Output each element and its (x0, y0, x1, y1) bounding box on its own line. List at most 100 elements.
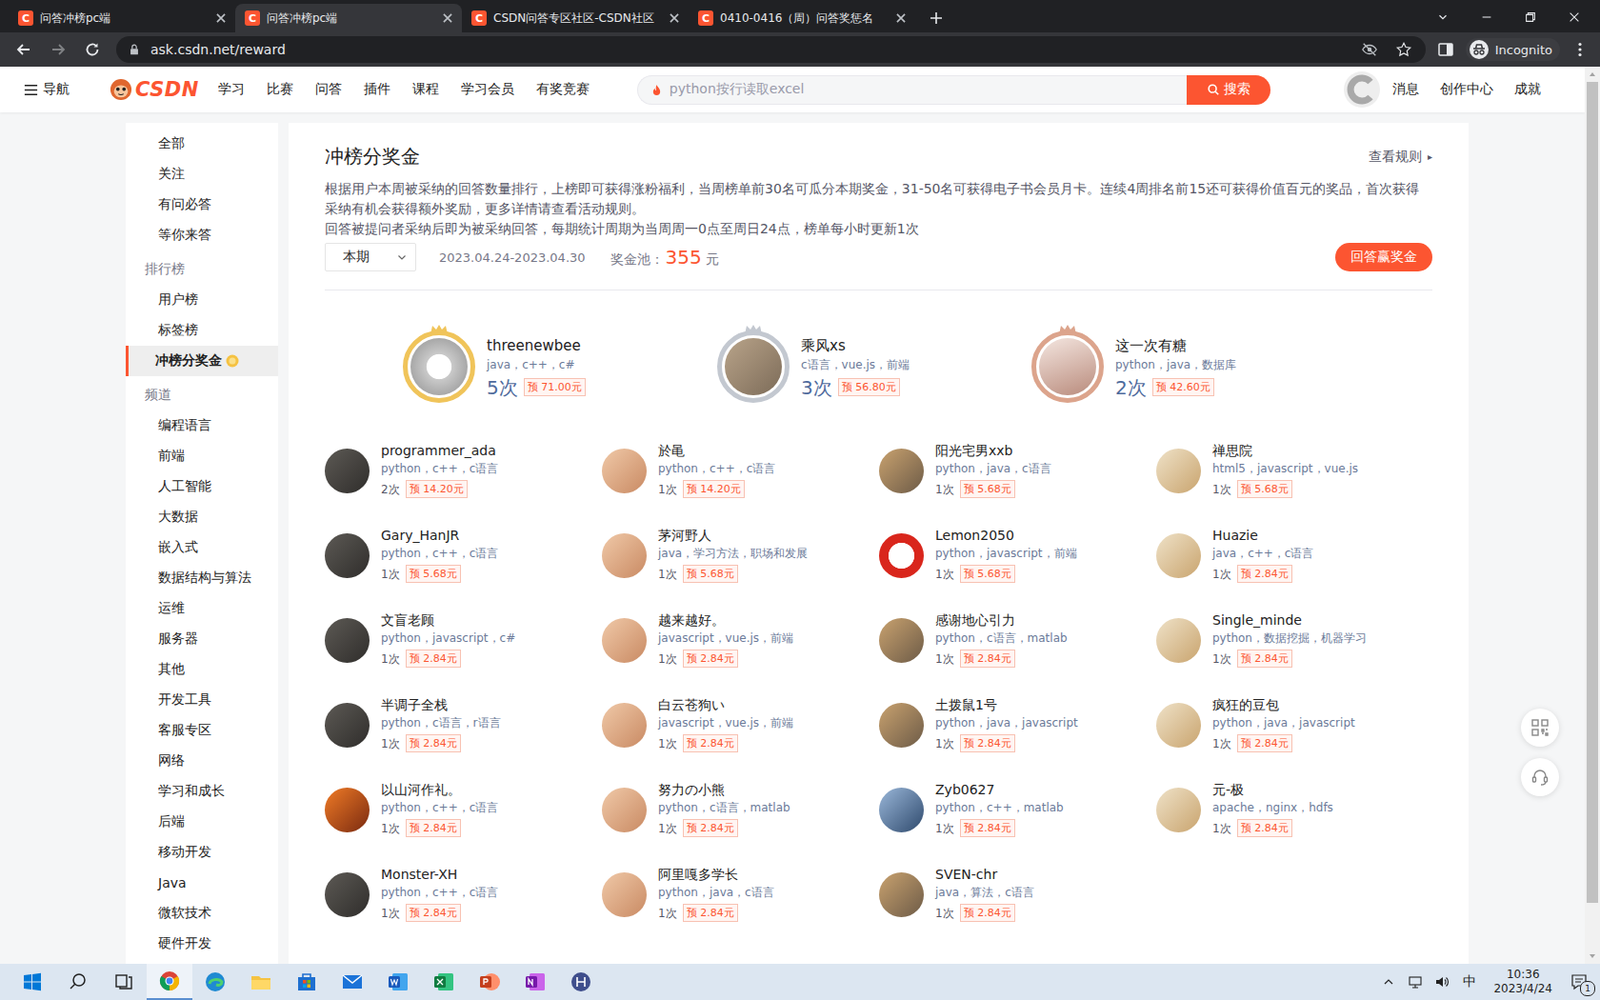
qr-code-button[interactable] (1520, 708, 1560, 747)
sidebar-item[interactable]: 大数据 (125, 501, 279, 533)
rules-link[interactable]: 查看规则▸ (1368, 148, 1433, 166)
mail-icon[interactable] (329, 970, 376, 994)
ranked-user[interactable]: Single_mindepython，数据挖掘，机器学习1次预 2.84元 (1156, 610, 1434, 696)
ranked-user[interactable]: 白云苍狗いjavascript，vue.js，前端1次预 2.84元 (601, 695, 880, 780)
excel-icon[interactable] (420, 970, 467, 994)
close-icon[interactable] (440, 11, 455, 25)
tab-search-icon[interactable] (1420, 10, 1465, 33)
store-icon[interactable] (283, 970, 330, 994)
eye-off-icon[interactable] (1357, 40, 1382, 59)
address-bar[interactable]: ask.csdn.net/reward (116, 36, 1426, 63)
profile-button[interactable]: Incognito (1465, 38, 1560, 61)
sidebar-item[interactable]: 开发工具 (125, 684, 279, 716)
sidebar-item[interactable]: 编程语言 (125, 410, 279, 441)
sidebar-item[interactable]: 移动开发 (125, 837, 279, 868)
browser-tab[interactable]: C问答冲榜pc端 (8, 3, 236, 33)
close-icon[interactable] (214, 11, 228, 25)
nav-item[interactable]: 学习 (218, 80, 245, 99)
podium-user[interactable]: 乘风xsc语言，vue.js，前端3次预 56.80元 (717, 330, 1032, 403)
forward-icon[interactable] (43, 36, 73, 63)
ranked-user[interactable]: 阿里嘎多学长python，java，c语言1次预 2.84元 (601, 864, 880, 950)
ranked-user[interactable]: 疯狂的豆包python，java，javascript1次预 2.84元 (1156, 695, 1434, 780)
sidebar-item[interactable]: 全部 (125, 128, 279, 160)
back-icon[interactable] (9, 36, 39, 63)
ranked-user[interactable]: SVEN-chrjava，算法，c语言1次预 2.84元 (879, 864, 1157, 950)
sidebar-item[interactable]: 标签榜 (125, 315, 279, 346)
header-link[interactable]: 成就 (1514, 80, 1541, 99)
side-panel-icon[interactable] (1431, 36, 1460, 63)
ranked-user[interactable]: 茅河野人java，学习方法，职场和发展1次预 5.68元 (601, 525, 880, 611)
app-icon[interactable] (558, 970, 604, 994)
period-dropdown[interactable]: 本期 (324, 242, 417, 272)
header-link[interactable]: 消息 (1392, 80, 1420, 99)
sidebar-item[interactable]: 有问必答 (125, 189, 279, 220)
ranked-user[interactable]: Huaziejava，c++，c语言1次预 2.84元 (1156, 525, 1434, 611)
sidebar-item[interactable]: 关注 (125, 159, 279, 190)
close-icon[interactable] (894, 11, 908, 25)
search-button[interactable]: 搜索 (1186, 75, 1271, 105)
sidebar-item[interactable]: 网络 (125, 745, 279, 777)
ranked-user[interactable]: programmer_adapython，c++，c语言2次预 14.20元 (324, 440, 602, 526)
ranked-user[interactable]: 越来越好。javascript，vue.js，前端1次预 2.84元 (601, 610, 880, 696)
sidebar-item[interactable]: 运维 (125, 593, 279, 624)
podium-user[interactable]: threenewbeejava，c++，c#5次预 71.00元 (402, 330, 718, 403)
search-field[interactable]: python按行读取excel (637, 75, 1187, 105)
browser-tab[interactable]: C0410-0416（周）问答奖惩名 (688, 3, 916, 33)
sidebar-item[interactable]: 前端 (125, 440, 279, 472)
onenote-icon[interactable] (512, 970, 559, 994)
reload-icon[interactable] (78, 36, 107, 63)
star-icon[interactable] (1391, 40, 1417, 59)
sidebar-item[interactable]: 嵌入式 (125, 532, 279, 563)
csdn-logo[interactable]: CSDN (109, 78, 200, 101)
sidebar-item[interactable]: 后端 (125, 806, 279, 838)
ranked-user[interactable]: 土拨鼠1号python，java，javascript1次预 2.84元 (879, 695, 1157, 780)
nav-item[interactable]: 插件 (363, 80, 391, 99)
more-icon[interactable] (1565, 36, 1595, 63)
sidebar-item[interactable]: 学习和成长 (125, 776, 279, 807)
show-hidden-icons-icon[interactable] (1375, 974, 1402, 990)
sidebar-item[interactable]: 硬件开发 (125, 928, 279, 960)
restore-icon[interactable] (1508, 10, 1553, 33)
header-link[interactable]: 创作中心 (1440, 80, 1494, 99)
network-icon[interactable] (1401, 974, 1429, 990)
ranked-user[interactable]: 努力の小熊python，c语言，matlab1次预 2.84元 (601, 780, 880, 865)
ranked-user[interactable]: 以山河作礼。python，c++，c语言1次预 2.84元 (324, 780, 602, 865)
ranked-user[interactable]: 半调子全栈python，c语言，r语言1次预 2.84元 (324, 695, 602, 780)
scroll-thumb[interactable] (1586, 81, 1599, 903)
sidebar-item[interactable]: 人工智能 (125, 471, 279, 502)
nav-item[interactable]: 比赛 (266, 80, 294, 99)
new-tab-icon[interactable] (928, 10, 944, 26)
browser-tab[interactable]: CCSDN问答专区社区-CSDN社区 (461, 3, 689, 33)
search-icon[interactable] (55, 970, 101, 994)
lock-icon[interactable] (127, 42, 141, 57)
sidebar-item[interactable]: 用户榜 (125, 284, 279, 316)
ranked-user[interactable]: 阳光宅男xxbpython，java，c语言1次预 5.68元 (879, 440, 1157, 526)
sidebar-item[interactable]: 微软技术 (125, 898, 279, 929)
nav-item[interactable]: 有奖竞赛 (536, 80, 590, 99)
sidebar-item[interactable]: 等你来答 (125, 220, 279, 251)
browser-tab[interactable]: C问答冲榜pc端 (235, 3, 462, 33)
powerpoint-icon[interactable] (466, 970, 513, 994)
chrome-app[interactable] (146, 963, 193, 1000)
nav-item[interactable]: 问答 (315, 80, 342, 99)
ranked-user[interactable]: 禅思院html5，javascript，vue.js1次预 5.68元 (1156, 440, 1434, 526)
scrollbar[interactable] (1584, 66, 1600, 964)
ranked-user[interactable]: 文盲老顾python，javascript，c#1次预 2.84元 (324, 610, 602, 696)
ranked-user[interactable]: Gary_HanJRpython，c++，c语言1次预 5.68元 (324, 525, 602, 611)
close-window-icon[interactable] (1552, 10, 1597, 33)
ranked-user[interactable]: 感谢地心引力python，c语言，matlab1次预 2.84元 (879, 610, 1157, 696)
ranked-user[interactable]: Monster-XHpython，c++，c语言1次预 2.84元 (324, 864, 602, 950)
minimize-icon[interactable] (1464, 10, 1509, 33)
sidebar-item[interactable]: 冲榜分奖金 (125, 345, 279, 377)
file-explorer-icon[interactable] (238, 970, 284, 994)
sidebar-item[interactable]: 服务器 (125, 623, 279, 655)
sidebar-item[interactable]: 其他 (125, 654, 279, 685)
ranked-user[interactable]: 元-极apache，nginx，hdfs1次预 2.84元 (1156, 780, 1434, 865)
sidebar-item[interactable]: 数据结构与算法 (125, 562, 279, 594)
task-view-icon[interactable] (100, 970, 147, 994)
close-icon[interactable] (667, 11, 681, 25)
scroll-up-icon[interactable] (1584, 66, 1600, 82)
ranked-user[interactable]: Zyb0627python，c++，matlab1次预 2.84元 (879, 780, 1157, 865)
customer-service-button[interactable] (1520, 758, 1560, 797)
word-icon[interactable] (375, 970, 421, 994)
